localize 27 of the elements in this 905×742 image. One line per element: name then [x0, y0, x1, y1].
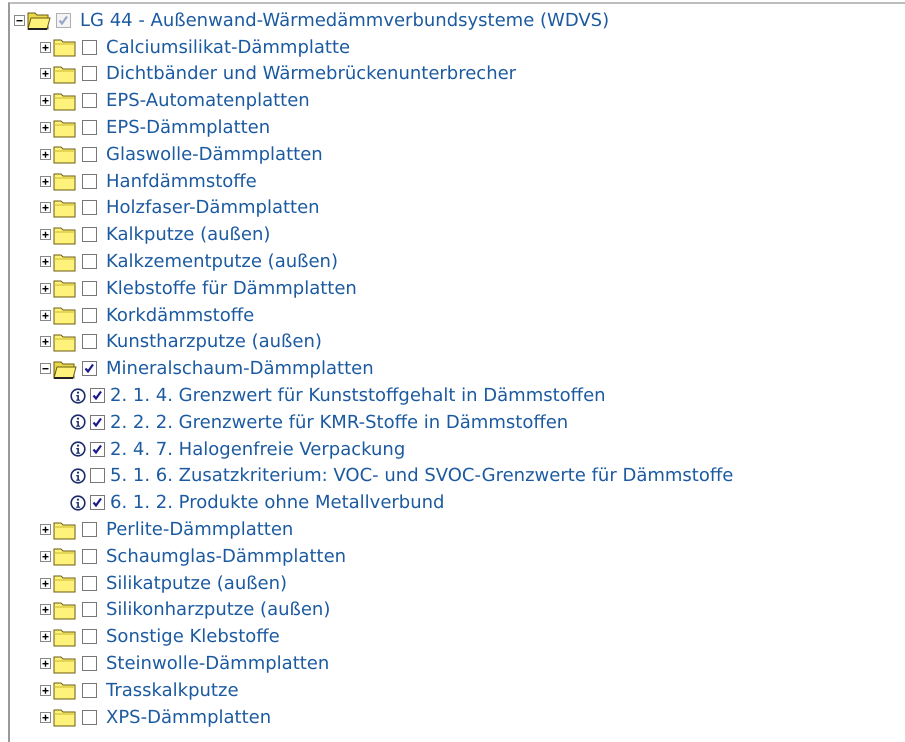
- folder-icon: [53, 600, 77, 620]
- folder-icon: [53, 278, 77, 298]
- folder-icon: [53, 64, 77, 84]
- folder-icon: [53, 144, 77, 164]
- folder-icon: [53, 305, 77, 326]
- folder-icon: [53, 252, 77, 272]
- folder-icon: [53, 654, 77, 674]
- folder-icon: [53, 90, 77, 111]
- folder-icon: [53, 546, 77, 566]
- info-icon[interactable]: [70, 494, 86, 511]
- folder-icon: [53, 573, 77, 594]
- folder-icon: [53, 198, 77, 218]
- folder-icon: [53, 171, 77, 192]
- folder-icon: [53, 118, 77, 138]
- info-icon[interactable]: [70, 468, 86, 484]
- folder-icon: [53, 680, 77, 700]
- info-icon[interactable]: [70, 441, 86, 458]
- folder-icon: [53, 224, 77, 245]
- folder-icon: [53, 37, 77, 58]
- info-icon[interactable]: [70, 414, 86, 430]
- folder-icon: [53, 626, 77, 647]
- folder-icon: [27, 10, 51, 30]
- folder-icon: [53, 332, 77, 352]
- info-icon[interactable]: [70, 388, 86, 404]
- folder-icon: [53, 707, 77, 728]
- folder-icon: [53, 358, 77, 379]
- folder-icon: [53, 520, 77, 540]
